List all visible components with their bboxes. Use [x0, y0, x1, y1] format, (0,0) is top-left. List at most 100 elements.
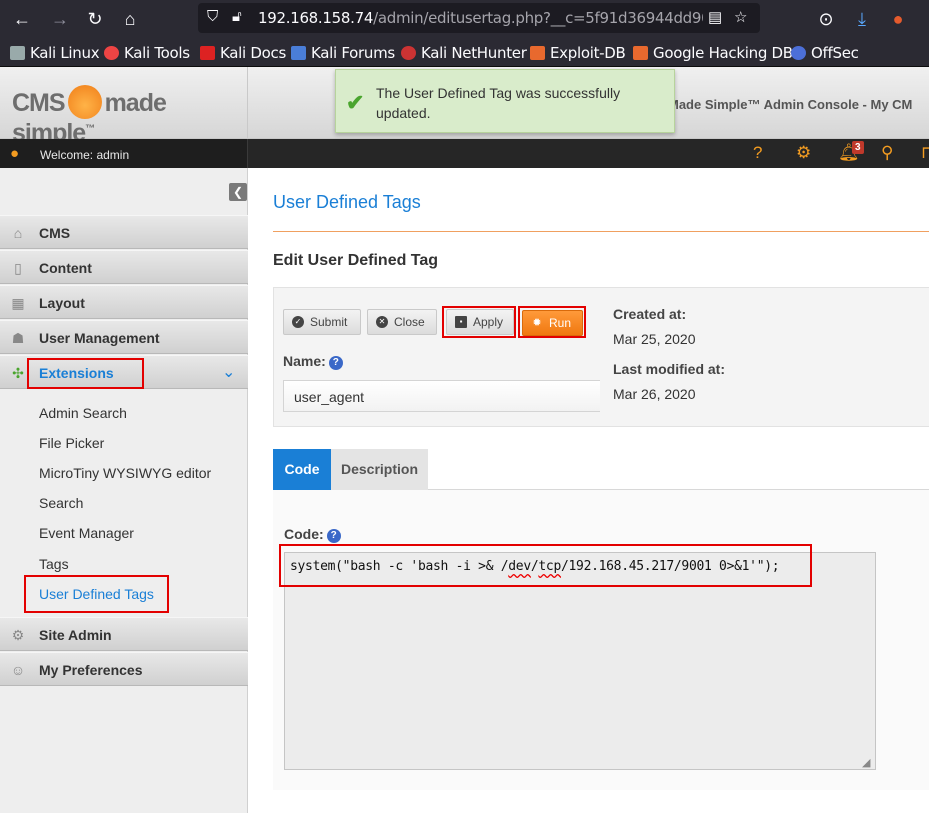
bookmark-offsec[interactable]: OffSec — [791, 44, 859, 62]
ghdb-icon — [633, 46, 648, 60]
back-icon[interactable]: ← — [9, 6, 35, 32]
shield-icon[interactable]: ⛉ — [207, 8, 218, 25]
highlight-code — [279, 544, 812, 587]
puzzle-icon: ✣ — [12, 365, 24, 381]
resize-handle-icon[interactable]: ◢ — [862, 756, 870, 769]
person-icon: ☺ — [10, 662, 26, 678]
success-notice[interactable]: ✔ The User Defined Tag was successfully … — [335, 69, 675, 133]
insecure-lock-icon[interactable]: 🔓︎ — [232, 8, 242, 25]
close-button[interactable]: ✕ Close — [367, 309, 437, 335]
logo-area: CMS made simple™ — [0, 67, 248, 147]
bookmark-label: OffSec — [811, 44, 859, 62]
name-label: Name:? — [283, 353, 343, 370]
sidebar-item-content[interactable]: ▯ Content — [0, 250, 248, 284]
check-circle-icon: ✓ — [292, 316, 304, 328]
sidebar-item-layout[interactable]: ▦ Layout — [0, 285, 248, 319]
submit-label: Submit — [310, 315, 348, 329]
url-path: /admin/editusertag.php?__c=5f91d36944dd9… — [373, 9, 703, 27]
home-icon[interactable]: ⌂ — [117, 6, 143, 32]
section-title: Edit User Defined Tag — [273, 252, 439, 269]
layout-icon: ▦ — [11, 295, 25, 311]
forward-icon[interactable]: → — [47, 6, 73, 32]
close-circle-icon: ✕ — [376, 316, 388, 328]
name-label-text: Name: — [283, 353, 326, 369]
collapse-sidebar-icon[interactable]: ❮ — [229, 183, 247, 201]
bookmark-kali-docs[interactable]: Kali Docs — [200, 44, 286, 62]
settings-gear-icon[interactable]: ⚙ — [796, 144, 811, 162]
bookmark-label: Kali Docs — [220, 44, 286, 62]
sidebar-item-cms[interactable]: ⌂ CMS — [0, 215, 248, 249]
sidebar-item-label: Layout — [39, 295, 85, 311]
sidebar-item-label: Site Admin — [39, 627, 112, 643]
kali-dragon-icon — [10, 46, 25, 60]
subnav-event-manager[interactable]: Event Manager — [39, 525, 134, 541]
users-icon: ☗ — [11, 330, 25, 346]
bookmark-label: Kali Linux — [30, 44, 100, 62]
highlight-extensions — [27, 358, 144, 389]
bookmark-label: Kali Tools — [124, 44, 190, 62]
help-icon[interactable]: ? — [328, 356, 343, 370]
url-bar[interactable]: ⛉ 🔓︎ 192.168.158.74/admin/editusertag.ph… — [198, 3, 760, 33]
notification-badge: 3 — [852, 141, 864, 154]
logo-tm: ™ — [85, 123, 95, 135]
home-icon: ⌂ — [13, 225, 23, 241]
url-text[interactable]: 192.168.158.74/admin/editusertag.php?__c… — [258, 9, 703, 27]
download-icon[interactable]: ⤓ — [849, 6, 875, 32]
sidebar-item-site-admin[interactable]: ⚙ Site Admin — [0, 617, 248, 651]
logout-icon[interactable]: ⊓ — [921, 144, 929, 162]
close-label: Close — [394, 315, 425, 329]
page-title[interactable]: User Defined Tags — [273, 192, 421, 213]
welcome-area: ● Welcome: admin — [0, 139, 248, 168]
bookmark-kali-forums[interactable]: Kali Forums — [291, 44, 395, 62]
subnav-file-picker[interactable]: File Picker — [39, 435, 104, 451]
offsec-icon — [791, 46, 806, 60]
submit-button[interactable]: ✓ Submit — [283, 309, 361, 335]
bookmark-kali-nethunter[interactable]: Kali NetHunter — [401, 44, 527, 62]
extension-icon[interactable]: ● — [885, 6, 911, 32]
tab-description[interactable]: Description — [331, 449, 428, 490]
bookmark-star-icon[interactable]: ☆ — [734, 8, 747, 26]
tab-code[interactable]: Code — [273, 449, 331, 490]
code-label: Code:? — [284, 526, 341, 543]
bookmark-kali-tools[interactable]: Kali Tools — [104, 44, 190, 62]
modified-label: Last modified at: — [613, 361, 726, 377]
reload-icon[interactable]: ↻ — [82, 6, 108, 32]
bookmark-label: Exploit-DB — [550, 44, 626, 62]
created-label: Created at: — [613, 306, 687, 322]
subnav-tags[interactable]: Tags — [39, 556, 69, 572]
name-input[interactable]: user_agent — [283, 380, 600, 412]
bookmark-kali-linux[interactable]: Kali Linux — [10, 44, 100, 62]
created-value: Mar 25, 2020 — [613, 331, 696, 347]
highlight-run — [518, 306, 586, 338]
search-icon[interactable]: ⚲ — [881, 144, 893, 162]
logo-sun-icon — [67, 85, 102, 119]
subnav-admin-search[interactable]: Admin Search — [39, 405, 127, 421]
bookmark-ghdb[interactable]: Google Hacking DB — [633, 44, 793, 62]
console-title: Made Simple™ Admin Console - My CM — [668, 97, 913, 112]
nethunter-icon — [401, 46, 416, 60]
url-host: 192.168.158.74 — [258, 9, 374, 27]
bookmark-label: Google Hacking DB — [653, 44, 793, 62]
pocket-icon[interactable]: ⊙ — [813, 6, 839, 32]
code-label-text: Code: — [284, 526, 324, 542]
sidebar-item-my-preferences[interactable]: ☺ My Preferences — [0, 652, 248, 686]
kali-tools-icon — [104, 46, 119, 60]
kali-forums-icon — [291, 46, 306, 60]
user-icon: ● — [10, 145, 20, 162]
bookmark-label: Kali NetHunter — [421, 44, 527, 62]
bookmarks-bar: Kali Linux Kali Tools Kali Docs Kali For… — [0, 38, 929, 67]
help-icon[interactable]: ? — [326, 529, 341, 543]
sidebar-item-user-management[interactable]: ☗ User Management — [0, 320, 248, 354]
welcome-bar: ● Welcome: admin ? ⚙ 🔔︎ ⚲ ⊓ — [0, 139, 929, 168]
bookmark-exploit-db[interactable]: Exploit-DB — [530, 44, 626, 62]
subnav-microtiny[interactable]: MicroTiny WYSIWYG editor — [39, 465, 211, 481]
exploit-db-icon — [530, 46, 545, 60]
modified-value: Mar 26, 2020 — [613, 386, 696, 402]
reader-view-icon[interactable]: ▤ — [708, 8, 722, 26]
chevron-down-icon: ⌄ — [222, 364, 236, 381]
gear-icon: ⚙ — [11, 627, 25, 643]
notice-message: The User Defined Tag was successfully up… — [376, 85, 621, 121]
subnav-search[interactable]: Search — [39, 495, 83, 511]
sidebar-item-label: Content — [39, 260, 92, 276]
help-icon[interactable]: ? — [753, 144, 762, 162]
